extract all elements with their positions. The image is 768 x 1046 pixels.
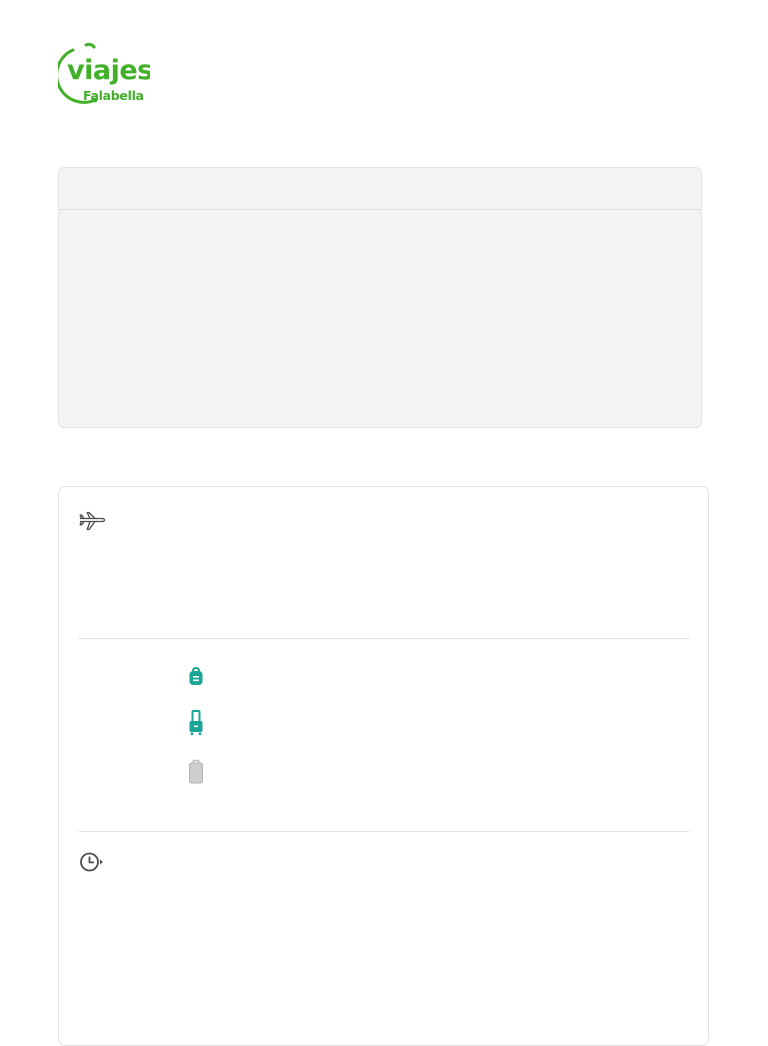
logo-subtext: Falabella: [83, 88, 144, 103]
booking-summary-header: [59, 168, 701, 210]
booking-summary-panel: [58, 167, 702, 428]
flight-detail-card: [58, 486, 709, 1046]
viajes-falabella-logo[interactable]: viajes Falabella: [58, 42, 150, 104]
carry-on-suitcase-icon: [189, 710, 203, 736]
section-divider: [79, 831, 689, 832]
logo-wordmark: viajes: [67, 55, 150, 86]
plane-icon: [79, 511, 106, 531]
backpack-icon: [189, 666, 203, 685]
clock-icon: [80, 852, 103, 872]
checked-bag-icon: [189, 759, 203, 784]
section-divider: [79, 638, 689, 639]
